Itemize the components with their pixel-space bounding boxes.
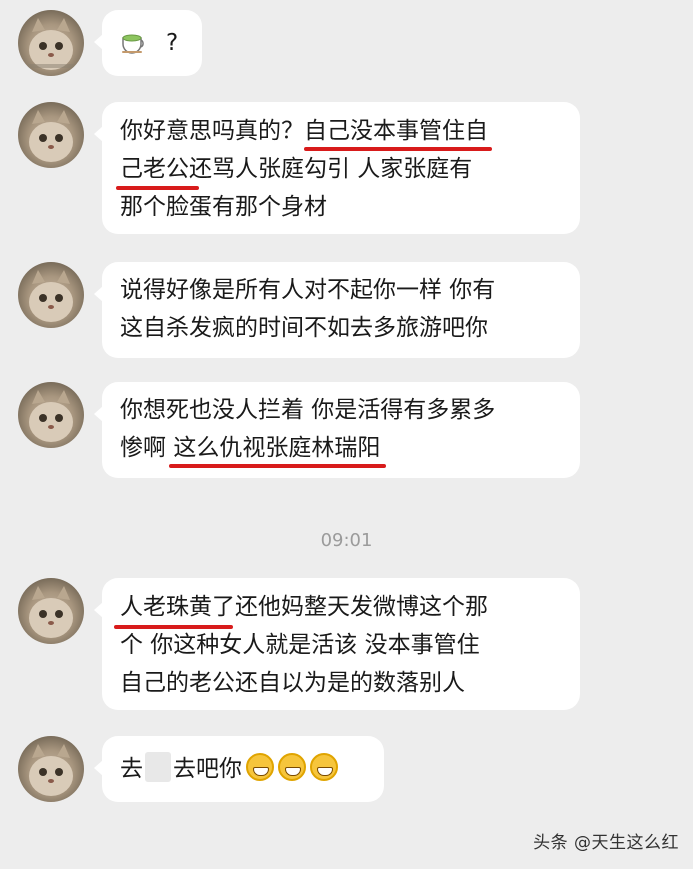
- grinning-face-icon: [278, 753, 306, 781]
- message-text: 去: [120, 756, 143, 782]
- cat-avatar-icon: [29, 110, 73, 162]
- highlighted-text: 自己没本事管住自: [304, 118, 488, 144]
- grinning-face-icon: [246, 753, 274, 781]
- message-text: 自己的老公还自以为是的数落别人: [120, 670, 465, 696]
- avatar[interactable]: [18, 382, 84, 448]
- message-text: 那个脸蛋有那个身材: [120, 194, 327, 220]
- message-text: 个 你这种女人就是活该 没本事管住: [120, 632, 480, 658]
- message-timestamp: 09:01: [320, 530, 373, 551]
- cat-avatar-icon: [29, 390, 73, 442]
- cat-avatar-icon: [28, 18, 74, 70]
- grinning-face-icon: [310, 753, 338, 781]
- avatar[interactable]: [18, 736, 84, 802]
- red-underline: [169, 464, 387, 468]
- red-underline: [114, 625, 233, 629]
- message-text: 还他妈整天发微博这个那: [235, 594, 488, 620]
- watermark: 头条 @天生这么红: [533, 833, 679, 853]
- message-text: 这自杀发疯的时间不如去多旅游吧你: [120, 315, 488, 341]
- red-underline: [304, 147, 492, 151]
- avatar[interactable]: [18, 102, 84, 168]
- cat-avatar-icon: [29, 270, 73, 322]
- blurred-text: [145, 752, 171, 782]
- red-underline: [116, 186, 199, 190]
- message-text: 惨啊: [120, 435, 174, 461]
- cat-avatar-icon: [29, 744, 73, 796]
- avatar[interactable]: [18, 10, 84, 76]
- message-bubble: ?: [94, 10, 202, 76]
- cat-avatar-icon: [29, 586, 73, 638]
- message-text: 去吧你: [173, 756, 242, 782]
- avatar[interactable]: [18, 578, 84, 644]
- highlighted-text: 人老珠黄了: [120, 594, 235, 620]
- message-bubble: 去 去吧你: [94, 736, 384, 802]
- message-bubble: 说得好像是所有人对不起你一样 你有 这自杀发疯的时间不如去多旅游吧你: [94, 262, 580, 358]
- tea-cup-icon: [120, 28, 148, 54]
- highlighted-text: 己老公: [120, 156, 189, 182]
- message-bubble: 你好意思吗真的？自己没本事管住自 己老公 还骂人张庭勾引 人家张庭有 那个脸蛋有那…: [94, 102, 580, 234]
- highlighted-text: 这么仇视张庭林瑞阳: [173, 435, 381, 461]
- avatar[interactable]: [18, 262, 84, 328]
- message-text: 你好意思吗真的？: [120, 118, 304, 144]
- message-text: 说得好像是所有人对不起你一样 你有: [120, 277, 496, 303]
- message-bubble: 你想死也没人拦着 你是活得有多累多 惨啊 这么仇视张庭林瑞阳: [94, 382, 580, 478]
- message-text: 你想死也没人拦着 你是活得有多累多: [120, 397, 496, 423]
- message-text: ?: [166, 30, 179, 56]
- message-bubble: 人老珠黄了 还他妈整天发微博这个那 个 你这种女人就是活该 没本事管住 自己的老公…: [94, 578, 580, 710]
- message-text: 还骂人张庭勾引 人家张庭有: [189, 156, 473, 182]
